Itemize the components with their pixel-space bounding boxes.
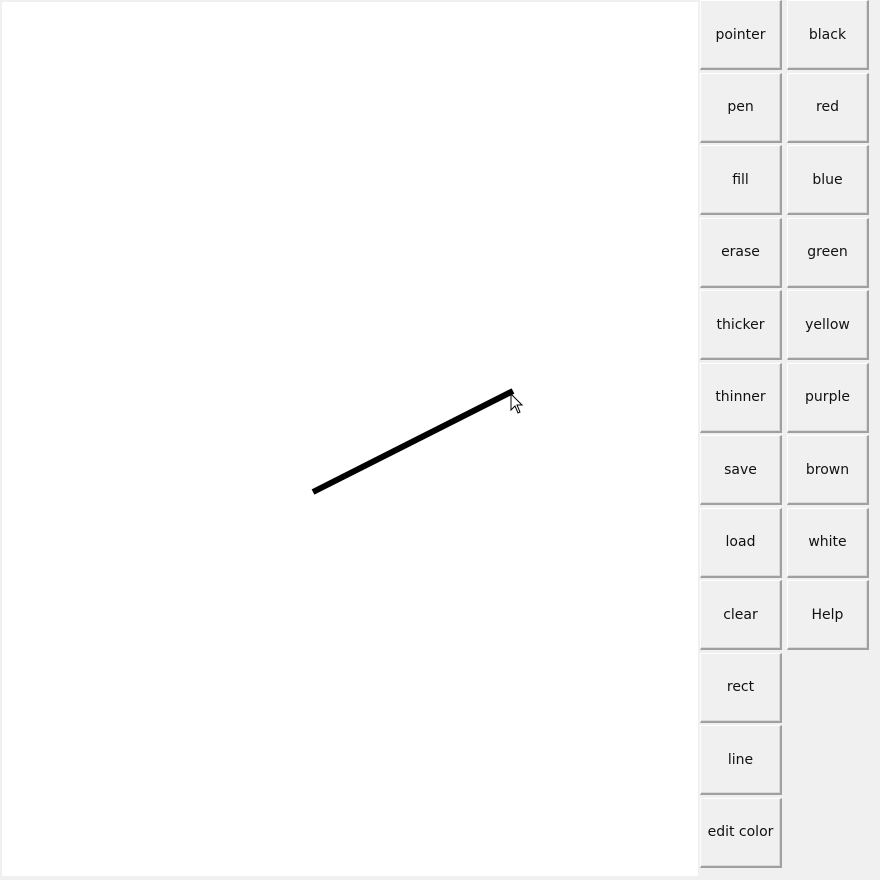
arrow-pointer-cursor-icon bbox=[510, 392, 524, 419]
drawn-line-stroke bbox=[311, 388, 515, 495]
color-blue-button[interactable]: blue bbox=[787, 145, 869, 215]
color-green-button[interactable]: green bbox=[787, 217, 869, 288]
color-brown-button[interactable]: brown bbox=[787, 435, 869, 505]
paint-app-window: pointer pen fill erase thicker thinner s… bbox=[0, 0, 880, 880]
color-red-button[interactable]: red bbox=[787, 72, 869, 143]
load-button[interactable]: load bbox=[700, 507, 782, 578]
thicker-button[interactable]: thicker bbox=[700, 290, 782, 360]
fill-tool-button[interactable]: fill bbox=[700, 145, 782, 215]
drawing-canvas[interactable] bbox=[2, 2, 698, 876]
pen-tool-button[interactable]: pen bbox=[700, 72, 782, 143]
color-buttons-column: black red blue green yellow purple brown… bbox=[787, 0, 869, 653]
save-button[interactable]: save bbox=[700, 435, 782, 505]
color-white-button[interactable]: white bbox=[787, 507, 869, 578]
edit-color-button[interactable]: edit color bbox=[700, 797, 782, 868]
help-button[interactable]: Help bbox=[787, 580, 869, 650]
erase-tool-button[interactable]: erase bbox=[700, 217, 782, 288]
color-yellow-button[interactable]: yellow bbox=[787, 290, 869, 360]
thinner-button[interactable]: thinner bbox=[700, 362, 782, 433]
clear-button[interactable]: clear bbox=[700, 580, 782, 650]
color-purple-button[interactable]: purple bbox=[787, 362, 869, 433]
color-black-button[interactable]: black bbox=[787, 0, 869, 70]
canvas-surface[interactable] bbox=[2, 2, 698, 876]
pointer-tool-button[interactable]: pointer bbox=[700, 0, 782, 70]
line-tool-button[interactable]: line bbox=[700, 725, 782, 795]
tool-buttons-column: pointer pen fill erase thicker thinner s… bbox=[700, 0, 782, 870]
rect-tool-button[interactable]: rect bbox=[700, 652, 782, 723]
